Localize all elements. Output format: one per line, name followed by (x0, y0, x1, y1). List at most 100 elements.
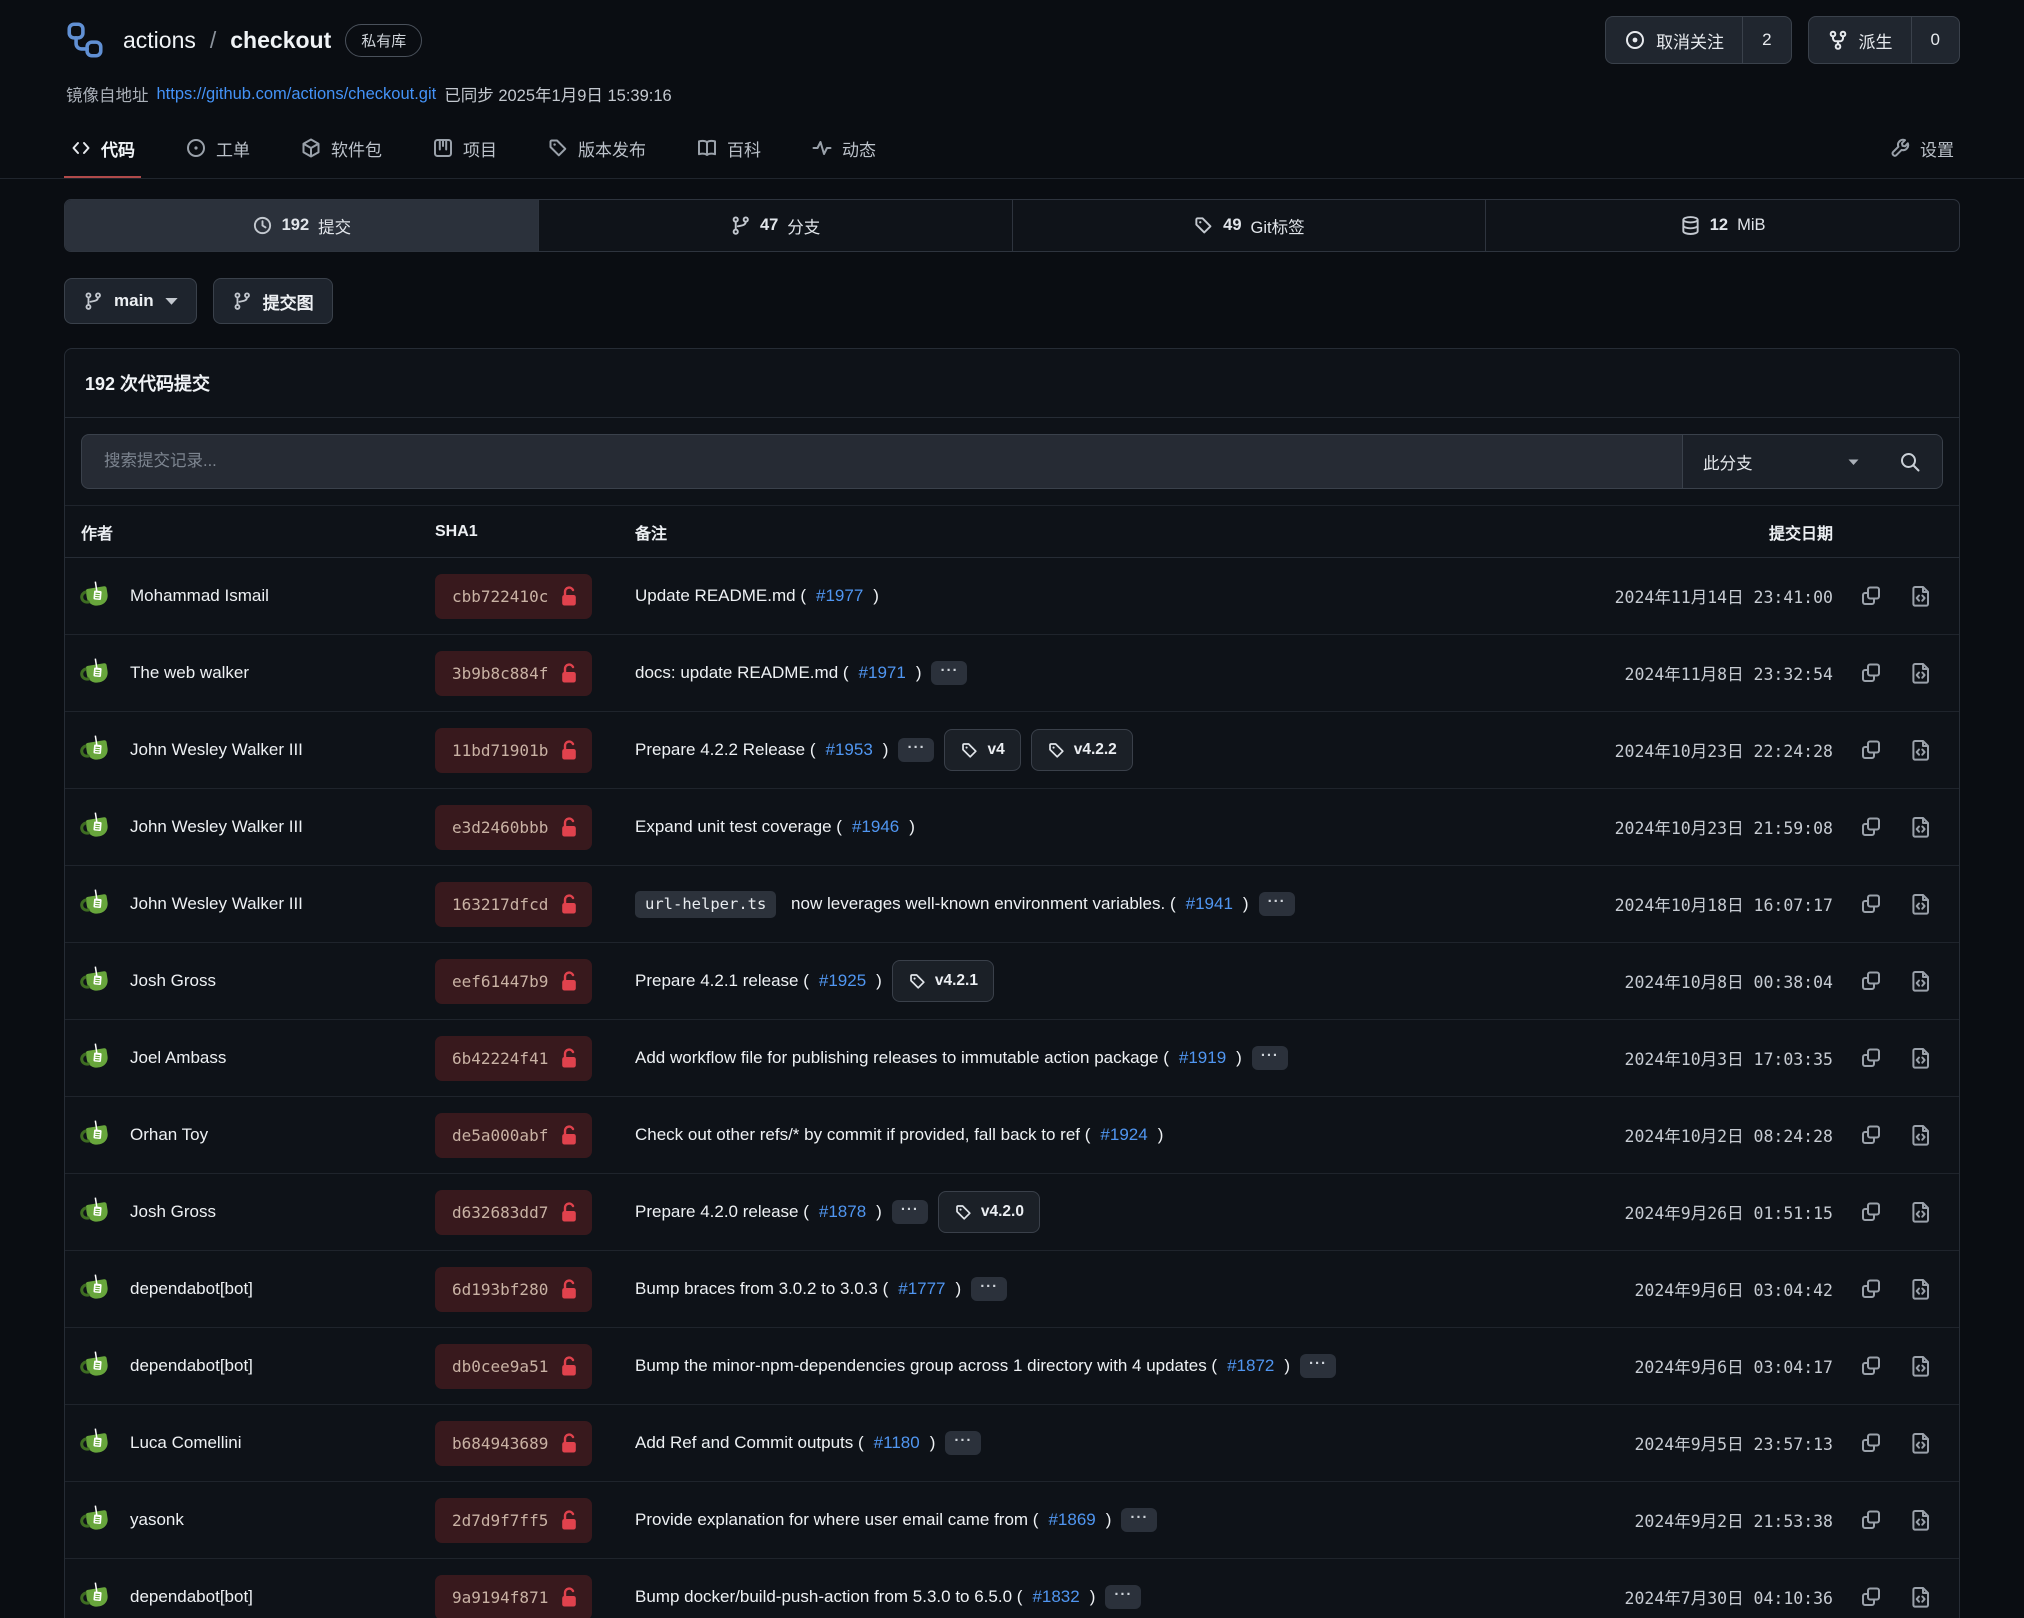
browse-source-button[interactable] (1909, 1431, 1933, 1455)
release-tag-chip[interactable]: v4.2.2 (1031, 729, 1133, 771)
expand-commit-body-button[interactable]: ··· (1300, 1354, 1336, 1378)
copy-sha-button[interactable] (1859, 1508, 1883, 1532)
expand-commit-body-button[interactable]: ··· (1252, 1046, 1288, 1070)
mirror-url-link[interactable]: https://github.com/actions/checkout.git (157, 85, 437, 104)
commit-sha-link[interactable]: d632683dd7 (435, 1190, 592, 1235)
browse-source-button[interactable] (1909, 1123, 1933, 1147)
commit-sha-link[interactable]: db0cee9a51 (435, 1344, 592, 1389)
pr-link[interactable]: #1869 (1048, 1510, 1095, 1530)
browse-source-button[interactable] (1909, 1046, 1933, 1070)
browse-source-button[interactable] (1909, 661, 1933, 685)
stat-commits[interactable]: 192 提交 (65, 200, 539, 251)
issues-icon (185, 137, 207, 159)
commit-sha-link[interactable]: 6b42224f41 (435, 1036, 592, 1081)
copy-sha-button[interactable] (1859, 1431, 1883, 1455)
tab-issues[interactable]: 工单 (179, 120, 256, 178)
expand-commit-body-button[interactable]: ··· (1121, 1508, 1157, 1532)
pr-link[interactable]: #1832 (1032, 1587, 1079, 1607)
pr-link[interactable]: #1180 (874, 1433, 920, 1453)
expand-commit-body-button[interactable]: ··· (1259, 892, 1295, 916)
browse-source-button[interactable] (1909, 1354, 1933, 1378)
repo-name-link[interactable]: checkout (230, 27, 331, 54)
tab-releases[interactable]: 版本发布 (541, 120, 652, 178)
expand-commit-body-button[interactable]: ··· (1105, 1585, 1141, 1609)
expand-commit-body-button[interactable]: ··· (945, 1431, 981, 1455)
repo-owner-link[interactable]: actions (123, 27, 196, 54)
commit-sha-link[interactable]: cbb722410c (435, 574, 592, 619)
tab-projects[interactable]: 项目 (426, 120, 503, 178)
commit-sha-link[interactable]: e3d2460bbb (435, 805, 592, 850)
copy-sha-button[interactable] (1859, 1200, 1883, 1224)
copy-sha-button[interactable] (1859, 969, 1883, 993)
search-scope-dropdown[interactable]: 此分支 (1682, 435, 1878, 488)
pr-link[interactable]: #1919 (1179, 1048, 1226, 1068)
browse-source-button[interactable] (1909, 892, 1933, 916)
tab-code[interactable]: 代码 (64, 120, 141, 178)
copy-sha-button[interactable] (1859, 584, 1883, 608)
copy-sha-button[interactable] (1859, 661, 1883, 685)
release-tag-chip[interactable]: v4.2.0 (938, 1191, 1040, 1233)
release-tag-chip[interactable]: v4.2.1 (892, 960, 994, 1002)
fork-button[interactable]: 派生 0 (1808, 16, 1960, 64)
tab-activity[interactable]: 动态 (805, 120, 882, 178)
commit-sha-link[interactable]: b684943689 (435, 1421, 592, 1466)
pr-link[interactable]: #1977 (816, 586, 863, 606)
copy-sha-button[interactable] (1859, 1277, 1883, 1301)
stat-tags[interactable]: 49 Git标签 (1013, 200, 1487, 251)
pr-link[interactable]: #1971 (859, 663, 906, 683)
commit-sha-link[interactable]: 11bd71901b (435, 728, 592, 773)
copy-sha-button[interactable] (1859, 738, 1883, 762)
browse-source-button[interactable] (1909, 738, 1933, 762)
browse-source-button[interactable] (1909, 1585, 1933, 1609)
watchers-count[interactable]: 2 (1742, 17, 1790, 63)
tab-settings[interactable]: 设置 (1883, 120, 1960, 178)
commit-graph-button[interactable]: 提交图 (213, 278, 333, 324)
stat-size[interactable]: 12 MiB (1486, 200, 1959, 251)
expand-commit-body-button[interactable]: ··· (931, 661, 967, 685)
copy-sha-button[interactable] (1859, 1585, 1883, 1609)
commit-author-name: Luca Comellini (130, 1433, 242, 1453)
tab-wiki[interactable]: 百科 (690, 120, 767, 178)
commit-sha-link[interactable]: 163217dfcd (435, 882, 592, 927)
pr-link[interactable]: #1924 (1100, 1125, 1147, 1145)
expand-commit-body-button[interactable]: ··· (898, 738, 934, 762)
pr-link[interactable]: #1777 (898, 1279, 945, 1299)
commit-sha-link[interactable]: eef61447b9 (435, 959, 592, 1004)
pr-link[interactable]: #1872 (1227, 1356, 1274, 1376)
copy-sha-button[interactable] (1859, 1354, 1883, 1378)
pr-link[interactable]: #1953 (826, 740, 873, 760)
pr-link[interactable]: #1925 (819, 971, 866, 991)
release-tag-chip[interactable]: v4 (944, 729, 1020, 771)
commit-sha-link[interactable]: 6d193bf280 (435, 1267, 592, 1312)
tab-label: 代码 (101, 136, 135, 161)
pr-link[interactable]: #1941 (1186, 894, 1233, 914)
commit-sha-link[interactable]: de5a000abf (435, 1113, 592, 1158)
tab-packages[interactable]: 软件包 (294, 120, 388, 178)
commit-sha-link[interactable]: 2d7d9f7ff5 (435, 1498, 592, 1543)
browse-source-button[interactable] (1909, 969, 1933, 993)
browse-source-button[interactable] (1909, 1277, 1933, 1301)
branch-selector[interactable]: main (64, 278, 197, 324)
unwatch-button[interactable]: 取消关注 2 (1605, 16, 1791, 64)
copy-sha-button[interactable] (1859, 1046, 1883, 1070)
commit-date: 2024年11月8日 23:32:54 (1625, 661, 1833, 685)
stat-branches[interactable]: 47 分支 (539, 200, 1013, 251)
expand-commit-body-button[interactable]: ··· (892, 1200, 928, 1224)
browse-source-button[interactable] (1909, 584, 1933, 608)
tab-label: 工单 (216, 136, 250, 161)
pr-link[interactable]: #1946 (852, 817, 899, 837)
copy-sha-button[interactable] (1859, 815, 1883, 839)
commit-sha-cell: 6b42224f41 (435, 1036, 635, 1081)
copy-sha-button[interactable] (1859, 1123, 1883, 1147)
commit-sha-link[interactable]: 9a9194f871 (435, 1575, 592, 1618)
pr-link[interactable]: #1878 (819, 1202, 866, 1222)
commit-sha-link[interactable]: 3b9b8c884f (435, 651, 592, 696)
browse-source-button[interactable] (1909, 815, 1933, 839)
copy-sha-button[interactable] (1859, 892, 1883, 916)
forks-count[interactable]: 0 (1911, 17, 1959, 63)
browse-source-button[interactable] (1909, 1508, 1933, 1532)
search-submit-button[interactable] (1878, 435, 1942, 488)
commit-search-input[interactable] (82, 435, 1682, 488)
browse-source-button[interactable] (1909, 1200, 1933, 1224)
expand-commit-body-button[interactable]: ··· (971, 1277, 1007, 1301)
